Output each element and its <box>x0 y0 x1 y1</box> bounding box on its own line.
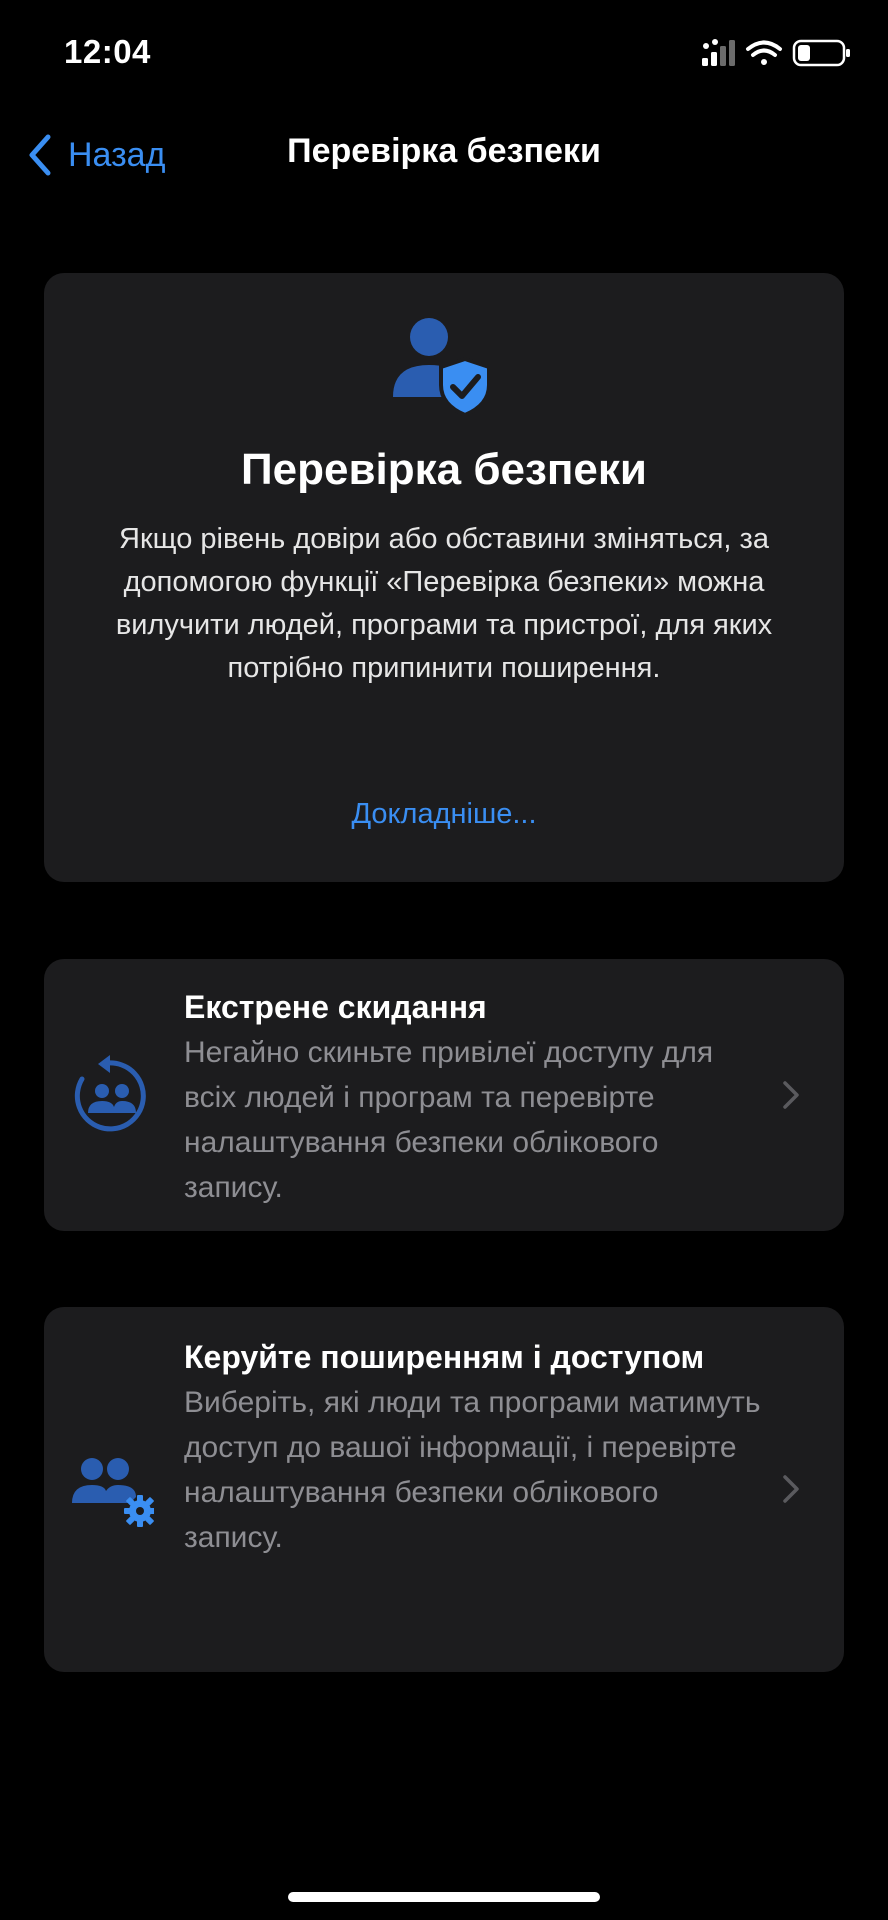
cellular-signal-icon <box>702 39 735 66</box>
manage-sharing-text: Керуйте поширенням і доступом Виберіть, … <box>184 1335 764 1560</box>
status-time: 12:04 <box>64 33 151 70</box>
manage-sharing-title: Керуйте поширенням і доступом <box>184 1339 705 1375</box>
person-shield-check-icon <box>393 318 491 418</box>
chevron-right-icon <box>783 1475 799 1503</box>
nav-title: Перевірка безпеки <box>287 132 601 170</box>
home-indicator[interactable] <box>288 1892 600 1902</box>
navigation-bar: Назад Перевірка безпеки <box>0 110 888 200</box>
status-icons <box>702 39 850 67</box>
people-gear-icon <box>72 1458 154 1527</box>
manage-sharing-row[interactable]: Керуйте поширенням і доступом Виберіть, … <box>44 1307 844 1672</box>
battery-icon <box>792 39 850 67</box>
back-label: Назад <box>68 135 166 174</box>
back-button[interactable]: Назад <box>26 130 165 180</box>
learn-more-link[interactable]: Докладніше... <box>44 798 844 831</box>
hero-description: Якщо рівень довіри або обставини змінять… <box>115 523 773 684</box>
gear-icon <box>124 1495 154 1527</box>
emergency-reset-description: Негайно скиньте привілеї доступу для всі… <box>184 1036 714 1204</box>
emergency-reset-row[interactable]: Екстрене скидання Негайно скиньте привіл… <box>44 959 844 1231</box>
chevron-left-icon <box>29 134 51 176</box>
hero-title: Перевірка безпеки <box>241 445 647 494</box>
wifi-icon <box>746 40 782 65</box>
emergency-reset-icon <box>74 1055 146 1132</box>
status-bar: 12:04 <box>0 0 888 110</box>
manage-sharing-description: Виберіть, які люди та програми матимуть … <box>184 1386 761 1554</box>
emergency-reset-text: Екстрене скидання Негайно скиньте привіл… <box>184 985 764 1210</box>
chevron-right-icon <box>783 1081 799 1109</box>
emergency-reset-title: Екстрене скидання <box>184 989 487 1025</box>
safety-check-intro-card: Перевірка безпеки Якщо рівень довіри або… <box>44 273 844 882</box>
